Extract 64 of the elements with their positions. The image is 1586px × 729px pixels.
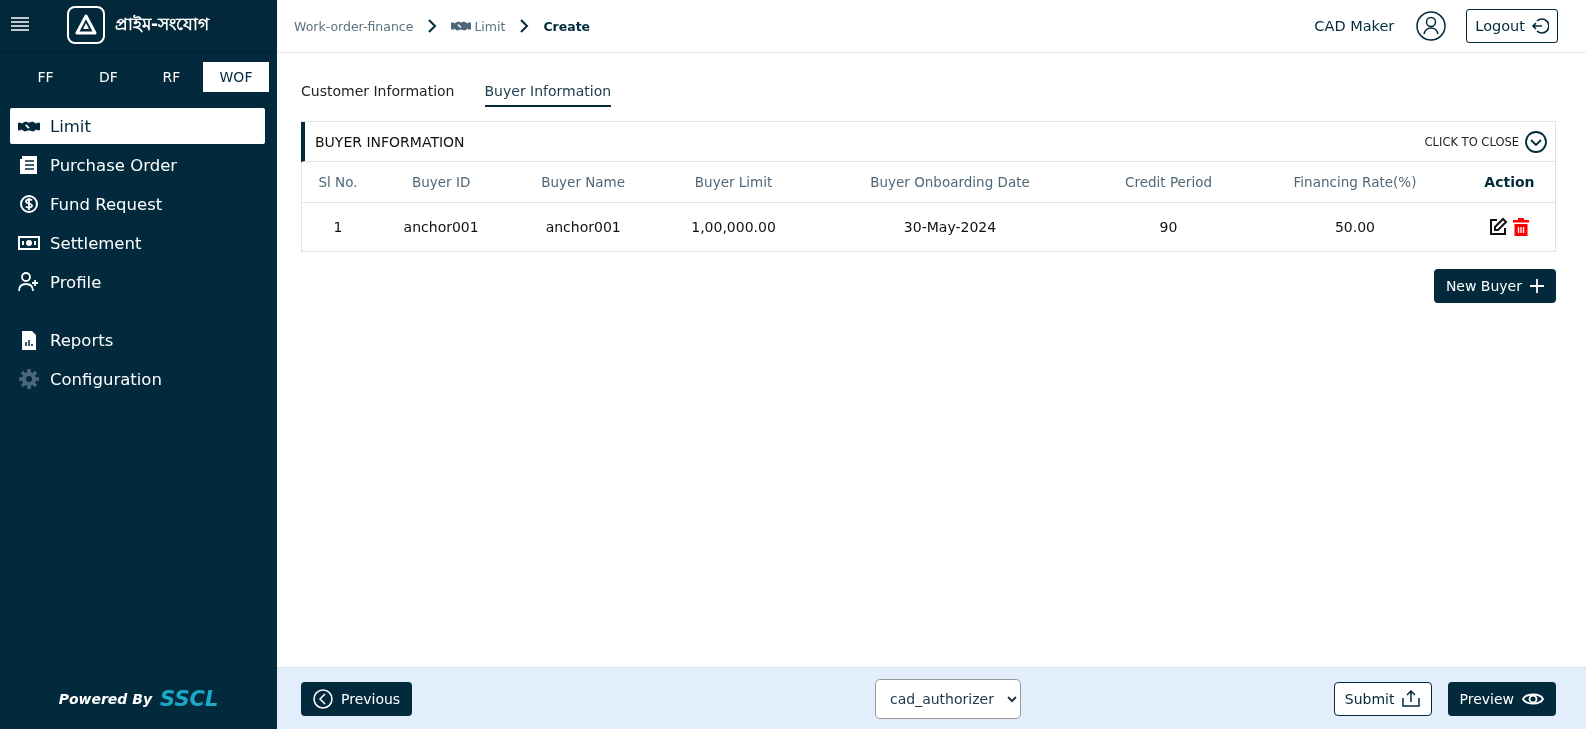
dollar-cycle-icon [18, 193, 40, 215]
chevron-left-circle-icon [313, 688, 333, 709]
nav-item[interactable]: Settlement [10, 225, 265, 261]
document-icon [18, 154, 40, 176]
upload-icon [1400, 689, 1421, 708]
table-cell: anchor001 [373, 202, 509, 251]
column-header: Action [1463, 162, 1555, 202]
company-logo: SSCL [160, 687, 219, 711]
menu-button[interactable] [10, 16, 32, 34]
preview-button[interactable]: Preview [1447, 681, 1556, 716]
nav-item[interactable]: Profile [10, 264, 265, 300]
nav-item[interactable]: Limit [10, 108, 265, 144]
menu-icon [10, 16, 30, 32]
submit-button[interactable]: Submit [1333, 681, 1432, 716]
user-avatar-icon [1416, 11, 1447, 41]
edit-button[interactable] [1488, 216, 1509, 237]
banknote-icon [18, 236, 40, 250]
plus-icon [1530, 278, 1544, 293]
tab[interactable]: Customer Information [301, 79, 455, 107]
collapse-toggle[interactable]: CLICK TO CLOSE [1424, 130, 1547, 153]
role-dropdown[interactable]: cad_authorizer [875, 678, 1021, 719]
module-tab[interactable]: WOF [203, 62, 269, 92]
new-buyer-button[interactable]: New Buyer [1433, 268, 1556, 303]
handshake-icon [18, 120, 40, 132]
logout-icon [1531, 17, 1549, 35]
chevron-right-icon [519, 19, 530, 33]
column-header: Buyer Name [508, 162, 658, 202]
breadcrumb-link[interactable]: Work-order-finance [294, 18, 414, 34]
table-cell: 30-May-2024 [809, 202, 1091, 251]
table-cell: 1,00,000.00 [658, 202, 810, 251]
module-tab[interactable]: DF [77, 62, 140, 92]
table-cell: 90 [1090, 202, 1247, 251]
table-cell: 1 [301, 202, 374, 251]
logout-button[interactable]: Logout [1466, 9, 1558, 43]
column-header: Credit Period [1090, 162, 1247, 202]
column-header: Buyer Limit [658, 162, 810, 202]
nav-item[interactable]: Purchase Order [10, 147, 265, 183]
handshake-icon [451, 21, 472, 31]
delete-button[interactable] [1512, 216, 1531, 237]
brand-name: প্রাইম-সংযোগ [115, 13, 210, 36]
column-header: Sl No. [301, 162, 374, 202]
edit-icon [1488, 216, 1509, 237]
column-header: Financing Rate(%) [1246, 162, 1464, 202]
nav-item[interactable]: Fund Request [10, 186, 265, 222]
nav-item[interactable]: Reports [10, 322, 265, 358]
module-tab[interactable]: RF [140, 62, 203, 92]
table-cell: anchor001 [508, 202, 658, 251]
table-cell: 50.00 [1246, 202, 1464, 251]
breadcrumb-link[interactable]: Limit [451, 18, 506, 34]
column-header: Buyer ID [373, 162, 509, 202]
user-plus-icon [18, 271, 40, 293]
previous-button[interactable]: Previous [301, 681, 413, 716]
column-header: Buyer Onboarding Date [809, 162, 1091, 202]
chevron-down-circle-icon [1525, 130, 1547, 153]
nav-item[interactable]: Configuration [10, 361, 265, 397]
powered-by-label: Powered By [58, 691, 153, 707]
user-name: CAD Maker [1314, 18, 1395, 34]
gear-icon [18, 368, 40, 390]
trash-icon [1512, 216, 1531, 237]
module-tab[interactable]: FF [14, 62, 77, 92]
tab[interactable]: Buyer Information [484, 79, 612, 107]
panel-title: BUYER INFORMATION [315, 133, 465, 150]
chevron-right-icon [427, 19, 438, 33]
logo-icon [67, 6, 105, 44]
